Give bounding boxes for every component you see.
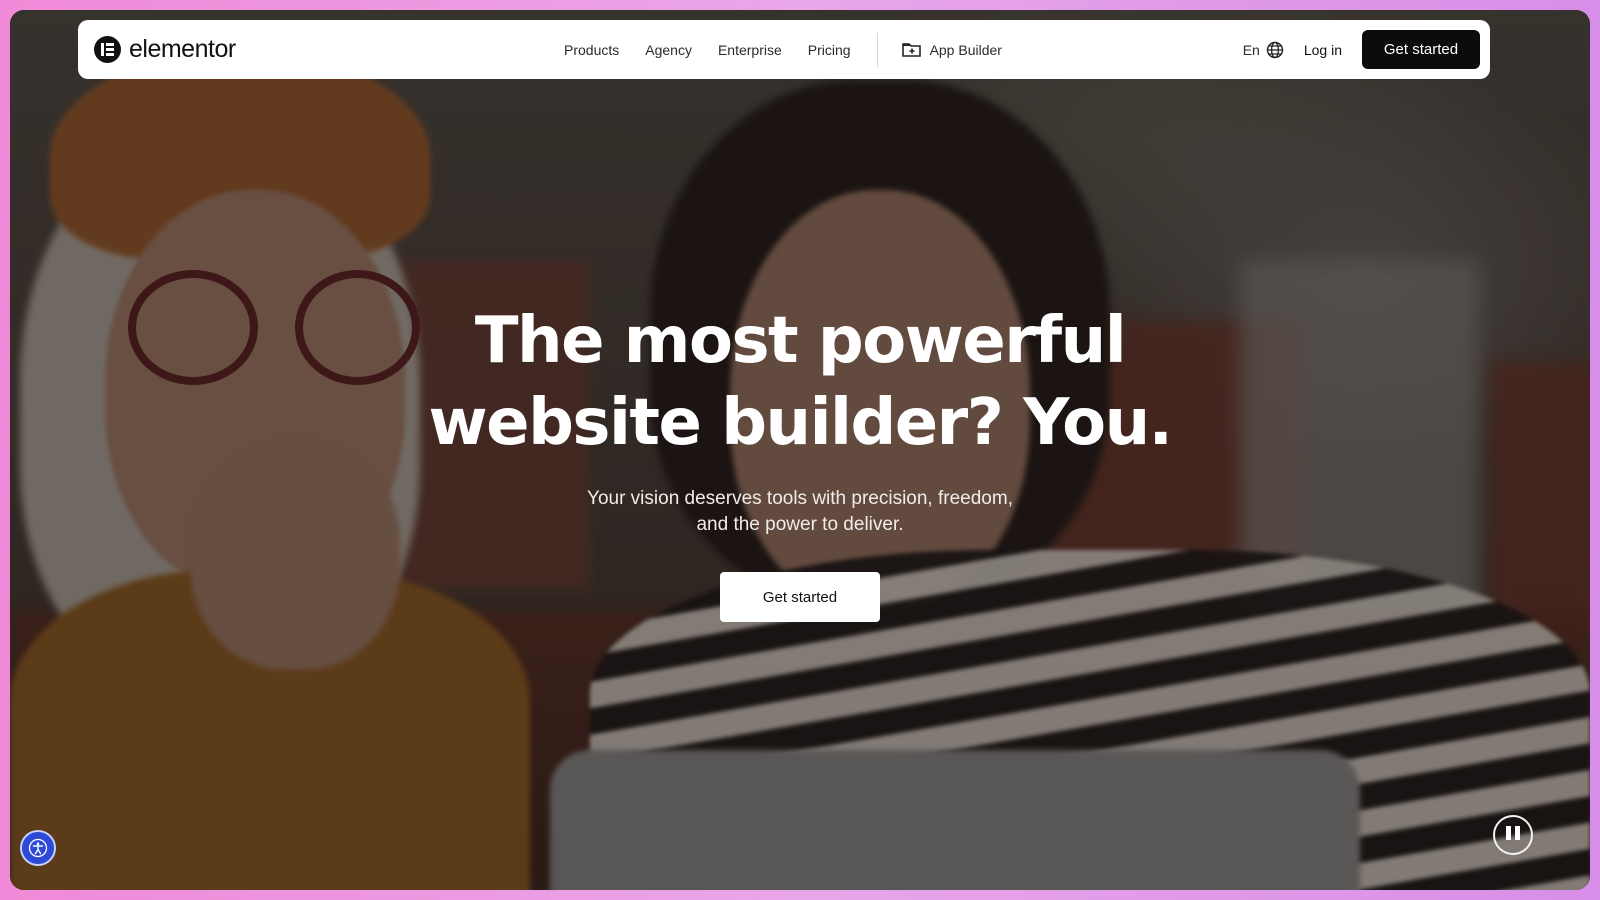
nav-link-app-builder[interactable]: App Builder [901,41,1002,58]
nav-link-agency[interactable]: Agency [645,42,692,58]
login-link[interactable]: Log in [1304,42,1342,58]
nav-divider [876,32,878,67]
accessibility-button[interactable] [20,830,56,866]
hero-title-line1: The most powerful [474,304,1127,378]
get-started-nav-button[interactable]: Get started [1362,30,1480,69]
hero-title-line2: website builder? You. [428,386,1173,460]
pause-icon [1504,825,1522,845]
pause-video-button[interactable] [1493,815,1533,855]
get-started-hero-button[interactable]: Get started [720,572,880,622]
app-builder-icon [901,43,921,57]
nav-link-products[interactable]: Products [564,42,619,58]
hero-subtitle: Your vision deserves tools with precisio… [570,486,1030,538]
language-label: En [1242,41,1260,58]
hero-section: The most powerful website builder? You. … [10,300,1590,622]
accessibility-icon [28,838,48,858]
elementor-logo-icon [94,35,121,63]
hero-subtitle-line2: and the power to deliver. [696,514,904,535]
nav-link-pricing[interactable]: Pricing [808,42,851,58]
nav-links: Products Agency Enterprise Pricing App B… [564,20,1002,79]
nav-link-enterprise[interactable]: Enterprise [718,42,782,58]
language-selector[interactable]: En [1243,41,1284,59]
elementor-logo[interactable]: elementor [94,35,236,63]
app-builder-label: App Builder [929,41,1002,58]
nav-right: En Log in Get started [1243,20,1480,79]
browser-viewport: elementor Products Agency Enterprise Pri… [10,10,1590,890]
hero-title: The most powerful website builder? You. [410,300,1190,464]
top-navigation: elementor Products Agency Enterprise Pri… [78,20,1490,79]
globe-icon [1266,41,1284,58]
logo-text: elementor [129,35,236,63]
hero-subtitle-line1: Your vision deserves tools with precisio… [587,488,1013,509]
